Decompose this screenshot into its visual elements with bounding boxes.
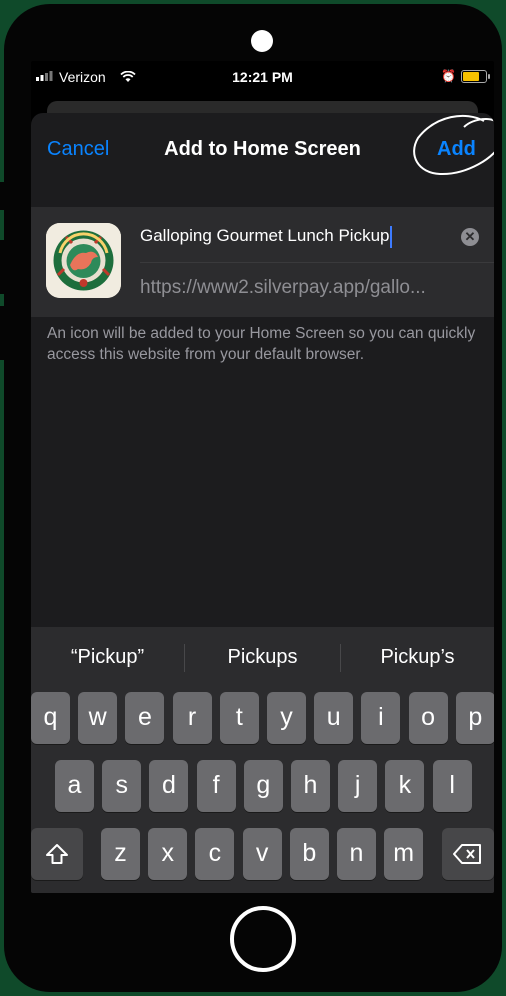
status-time: 12:21 PM: [232, 69, 293, 85]
side-button: [0, 306, 8, 360]
add-to-home-sheet: Cancel Add to Home Screen Add Galloping …: [31, 113, 494, 893]
bookmark-name-text: Galloping Gourmet Lunch Pickup: [140, 226, 390, 245]
predictive-bar: “Pickup” Pickups Pickup’s: [31, 627, 494, 687]
side-button: [0, 240, 8, 294]
key-i[interactable]: i: [361, 692, 401, 744]
app-icon-preview: [46, 223, 121, 298]
key-c[interactable]: c: [195, 828, 235, 880]
key-t[interactable]: t: [219, 692, 259, 744]
galloping-gourmet-logo-icon: [46, 223, 121, 298]
key-r[interactable]: r: [172, 692, 212, 744]
key-y[interactable]: y: [267, 692, 306, 744]
key-f[interactable]: f: [196, 760, 236, 812]
suggestion-1[interactable]: “Pickup”: [31, 627, 184, 687]
key-d[interactable]: d: [149, 760, 189, 812]
phone-frame: Verizon 12:21 PM ⏰ Cancel Add to Home Sc…: [4, 4, 502, 992]
status-bar: Verizon 12:21 PM ⏰: [31, 61, 494, 95]
key-p[interactable]: p: [455, 692, 494, 744]
backspace-icon: [453, 844, 481, 865]
key-w[interactable]: w: [78, 692, 118, 744]
key-l[interactable]: l: [432, 760, 472, 812]
key-n[interactable]: n: [337, 828, 376, 880]
key-s[interactable]: s: [102, 760, 142, 812]
bookmark-name-input[interactable]: Galloping Gourmet Lunch Pickup: [140, 219, 450, 253]
side-button: [0, 182, 8, 210]
key-o[interactable]: o: [408, 692, 448, 744]
key-u[interactable]: u: [314, 692, 354, 744]
key-k[interactable]: k: [385, 760, 425, 812]
screen: Verizon 12:21 PM ⏰ Cancel Add to Home Sc…: [31, 61, 494, 893]
field-divider: [140, 262, 494, 263]
key-a[interactable]: a: [55, 760, 94, 812]
key-h[interactable]: h: [291, 760, 330, 812]
hint-text: An icon will be added to your Home Scree…: [47, 325, 476, 363]
keyboard: “Pickup” Pickups Pickup’s qwertyuiop asdf…: [31, 627, 494, 893]
suggestion-3[interactable]: Pickup’s: [341, 627, 494, 687]
key-x[interactable]: x: [148, 828, 188, 880]
bookmark-card: Galloping Gourmet Lunch Pickup ✕ https:/…: [31, 207, 494, 317]
alarm-icon: ⏰: [441, 69, 456, 83]
shift-icon: [46, 844, 68, 865]
key-j[interactable]: j: [338, 760, 378, 812]
suggestion-2[interactable]: Pickups: [185, 627, 340, 687]
backspace-key[interactable]: [442, 828, 494, 880]
key-v[interactable]: v: [242, 828, 282, 880]
bookmark-url: https://www2.silverpay.app/gallo...: [140, 277, 426, 298]
shift-key[interactable]: [31, 828, 83, 880]
clear-text-button[interactable]: ✕: [461, 228, 479, 246]
key-m[interactable]: m: [384, 828, 424, 880]
text-cursor: [390, 225, 393, 248]
home-button[interactable]: [230, 906, 296, 972]
key-e[interactable]: e: [125, 692, 165, 744]
hand-drawn-circle-annotation: [413, 114, 494, 176]
key-q[interactable]: q: [31, 692, 70, 744]
key-b[interactable]: b: [289, 828, 329, 880]
sheet-header: Cancel Add to Home Screen Add: [31, 113, 494, 187]
key-g[interactable]: g: [243, 760, 283, 812]
key-z[interactable]: z: [101, 828, 140, 880]
battery-icon: [461, 70, 490, 83]
front-camera: [251, 30, 273, 52]
